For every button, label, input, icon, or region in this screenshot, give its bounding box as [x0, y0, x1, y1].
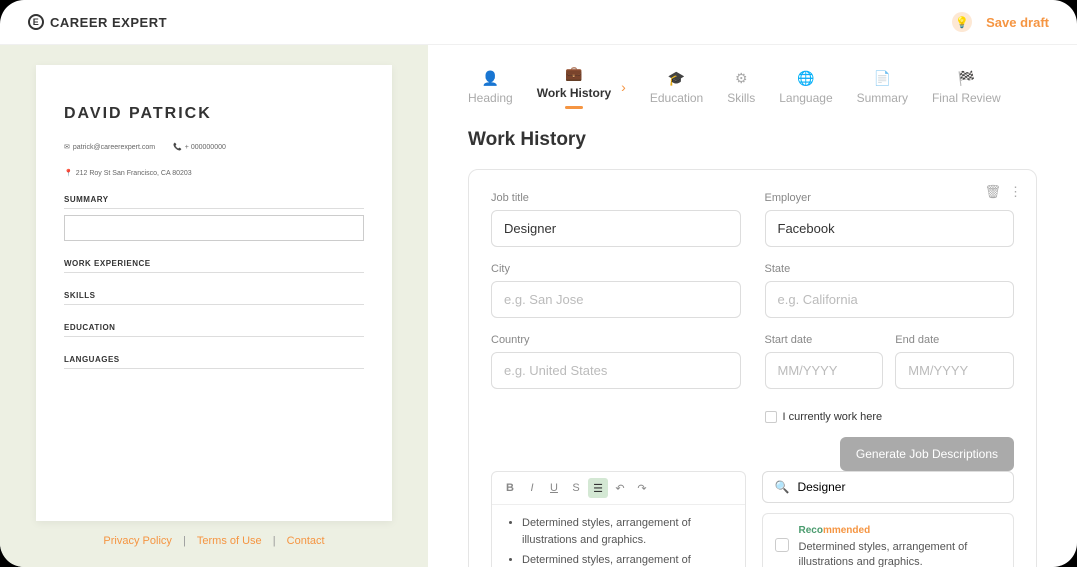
- recommendation-item[interactable]: Recommended Determined styles, arrangeme…: [762, 513, 1015, 567]
- job-title-input[interactable]: [491, 210, 741, 247]
- bullet-item: Determined styles, arrangement of illust…: [522, 515, 731, 548]
- rec-label: Recommended: [799, 524, 1002, 538]
- bold-button[interactable]: B: [500, 478, 520, 498]
- tab-language[interactable]: 🌐Language: [779, 70, 832, 105]
- tab-skills[interactable]: ⚙Skills: [727, 70, 755, 105]
- tab-final-review[interactable]: 🏁Final Review: [932, 70, 1001, 105]
- save-draft-button[interactable]: Save draft: [986, 15, 1049, 30]
- graduation-icon: 🎓: [668, 70, 685, 87]
- list-button[interactable]: ☰: [588, 478, 608, 498]
- start-date-input[interactable]: [765, 352, 884, 389]
- tab-summary[interactable]: 📄Summary: [857, 70, 908, 105]
- editor-toolbar: B I U S ☰ ↶ ↷: [492, 472, 745, 505]
- state-input[interactable]: [765, 281, 1015, 318]
- generate-button[interactable]: Generate Job Descriptions: [840, 437, 1014, 471]
- rec-checkbox[interactable]: [775, 538, 789, 552]
- search-value: Designer: [797, 480, 845, 494]
- city-label: City: [491, 263, 741, 275]
- state-label: State: [765, 263, 1015, 275]
- document-icon: 📄: [874, 70, 891, 87]
- gear-icon: ⚙: [735, 70, 748, 87]
- job-title-label: Job title: [491, 192, 741, 204]
- rec-text: Determined styles, arrangement of illust…: [799, 540, 1002, 567]
- description-editor: B I U S ☰ ↶ ↷ Determined styles, arrange…: [491, 471, 746, 567]
- strike-button[interactable]: S: [566, 478, 586, 498]
- underline-button[interactable]: U: [544, 478, 564, 498]
- preview-address: 📍 212 Roy St San Francisco, CA 80203: [64, 169, 192, 177]
- preview-name: DAVID PATRICK: [64, 105, 364, 123]
- end-date-label: End date: [895, 334, 1014, 346]
- preview-section-summary: SUMMARY: [64, 195, 364, 209]
- tab-education[interactable]: 🎓Education: [650, 70, 703, 105]
- italic-button[interactable]: I: [522, 478, 542, 498]
- logo: E CAREER EXPERT: [28, 14, 167, 30]
- tips-icon[interactable]: 💡: [952, 12, 972, 32]
- work-history-card: 🗑 ⋮ Job title Employer City: [468, 169, 1037, 567]
- chevron-right-icon: ›: [621, 79, 626, 95]
- drag-icon[interactable]: ⋮: [1009, 184, 1022, 200]
- resume-preview: DAVID PATRICK ✉ patrick@careerexpert.com…: [36, 65, 392, 521]
- current-label: I currently work here: [783, 411, 883, 423]
- preview-phone: 📞 + 000000000: [173, 143, 226, 151]
- start-date-label: Start date: [765, 334, 884, 346]
- end-date-input[interactable]: [895, 352, 1014, 389]
- footer-links: Privacy Policy | Terms of Use | Contact: [36, 535, 392, 547]
- page-title: Work History: [468, 129, 1037, 151]
- preview-sidebar: DAVID PATRICK ✉ patrick@careerexpert.com…: [0, 45, 428, 567]
- globe-icon: 🌐: [797, 70, 814, 87]
- city-input[interactable]: [491, 281, 741, 318]
- preview-section-education: EDUCATION: [64, 323, 364, 337]
- brand-text: CAREER EXPERT: [50, 15, 167, 30]
- briefcase-icon: 💼: [565, 65, 582, 82]
- tab-work-history[interactable]: 💼Work History: [537, 65, 611, 109]
- step-tabs: 👤Heading 💼Work History › 🎓Education ⚙Ski…: [468, 65, 1037, 109]
- tab-heading[interactable]: 👤Heading: [468, 70, 513, 105]
- preview-section-work: WORK EXPERIENCE: [64, 259, 364, 273]
- employer-input[interactable]: [765, 210, 1015, 247]
- logo-icon: E: [28, 14, 44, 30]
- main-content: 👤Heading 💼Work History › 🎓Education ⚙Ski…: [428, 45, 1077, 567]
- contact-link[interactable]: Contact: [283, 535, 329, 547]
- employer-label: Employer: [765, 192, 1015, 204]
- preview-summary-box: [64, 215, 364, 241]
- current-checkbox[interactable]: [765, 411, 777, 423]
- undo-button[interactable]: ↶: [610, 478, 630, 498]
- flag-icon: 🏁: [958, 70, 975, 87]
- country-label: Country: [491, 334, 741, 346]
- person-icon: 👤: [482, 70, 499, 87]
- editor-content[interactable]: Determined styles, arrangement of illust…: [492, 505, 745, 567]
- preview-email: ✉ patrick@careerexpert.com: [64, 143, 155, 151]
- bullet-item: Determined styles, arrangement of illust…: [522, 552, 731, 567]
- terms-link[interactable]: Terms of Use: [193, 535, 266, 547]
- search-icon: 🔍: [775, 480, 790, 494]
- country-input[interactable]: [491, 352, 741, 389]
- privacy-link[interactable]: Privacy Policy: [99, 535, 175, 547]
- delete-icon[interactable]: 🗑: [984, 184, 1001, 200]
- search-box[interactable]: 🔍 Designer: [762, 471, 1015, 503]
- header: E CAREER EXPERT 💡 Save draft: [0, 0, 1077, 45]
- redo-button[interactable]: ↷: [632, 478, 652, 498]
- preview-section-languages: LANGUAGES: [64, 355, 364, 369]
- preview-section-skills: SKILLS: [64, 291, 364, 305]
